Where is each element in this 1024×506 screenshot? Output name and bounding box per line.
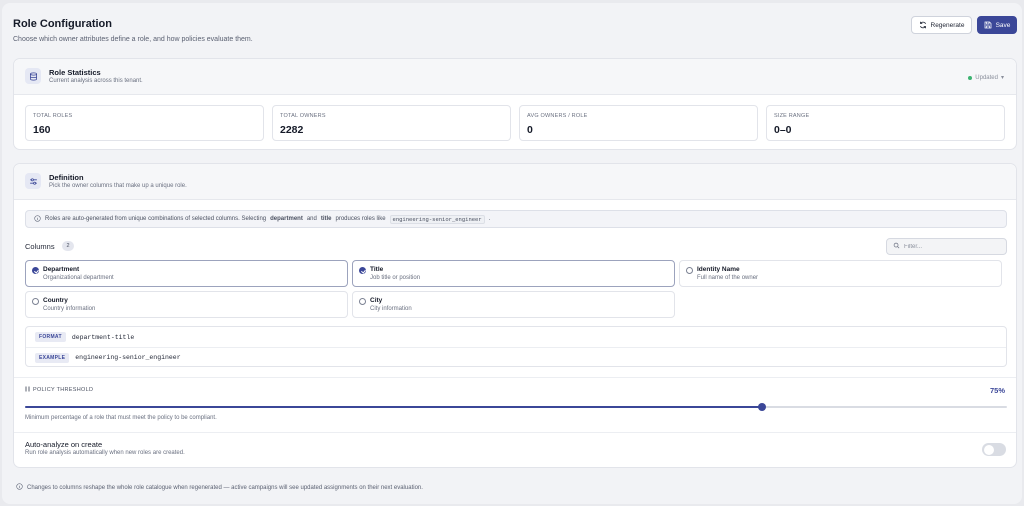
example-value: engineering-senior_engineer <box>75 354 181 361</box>
filter-input-wrapper[interactable] <box>886 238 1007 255</box>
page-title: Role Configuration <box>13 18 112 30</box>
stat-value: 0 <box>527 124 533 136</box>
auto-analyze-title: Auto-analyze on create <box>25 440 103 449</box>
save-icon <box>984 21 992 29</box>
stat-total-roles: TOTAL ROLES 160 <box>25 105 264 141</box>
regenerate-label: Regenerate <box>930 21 965 29</box>
card-header: Definition Pick the owner columns that m… <box>14 164 1016 200</box>
option-desc: Full name of the owner <box>697 275 759 281</box>
stat-label: TOTAL OWNERS <box>280 113 326 119</box>
divider <box>14 377 1016 378</box>
stat-avg-owners: AVG OWNERS / ROLE 0 <box>519 105 758 141</box>
unchecked-radio-icon[interactable] <box>359 298 366 305</box>
status-badge: Updated ▾ <box>968 74 1004 81</box>
refresh-icon <box>919 21 927 29</box>
footer-text: Changes to columns reshape the whole rol… <box>27 484 423 491</box>
toggle-knob <box>983 444 994 455</box>
auto-analyze-toggle[interactable] <box>982 443 1006 456</box>
info-bold-title: title <box>320 216 332 222</box>
format-value: department-title <box>71 333 135 341</box>
stat-size-range: SIZE RANGE 0–0 <box>766 105 1005 141</box>
column-option-title[interactable]: Title Job title or position <box>352 260 675 287</box>
role-statistics-card: Role Statistics Current analysis across … <box>13 58 1017 150</box>
auto-analyze-subtitle: Run role analysis automatically when new… <box>25 450 185 456</box>
pause-icon <box>25 386 30 394</box>
sliders-icon <box>25 173 41 189</box>
unchecked-radio-icon[interactable] <box>32 298 39 305</box>
column-option-department[interactable]: Department Organizational department <box>25 260 348 287</box>
status-text: Updated <box>975 74 998 81</box>
info-code: engineering-senior_engineer <box>389 214 485 224</box>
stat-value: 2282 <box>280 124 304 136</box>
format-preview: FORMAT department-title EXAMPLE engineer… <box>25 326 1007 367</box>
option-title: Department <box>43 266 80 273</box>
unchecked-radio-icon[interactable] <box>686 267 693 274</box>
columns-label: Columns <box>25 242 55 251</box>
column-option-country[interactable]: Country Country information <box>25 291 348 318</box>
save-label: Save <box>995 21 1011 29</box>
info-suffix: . <box>488 216 491 222</box>
option-desc: Country information <box>43 306 96 312</box>
definition-card: Definition Pick the owner columns that m… <box>13 163 1017 468</box>
stat-value: 160 <box>33 124 51 136</box>
card-header: Role Statistics Current analysis across … <box>14 59 1016 95</box>
database-icon <box>25 68 41 84</box>
info-banner: Roles are auto-generated from unique com… <box>25 210 1007 228</box>
card-subtitle: Pick the owner columns that make up a un… <box>49 183 187 189</box>
stat-total-owners: TOTAL OWNERS 2282 <box>272 105 511 141</box>
column-option-city[interactable]: City City information <box>352 291 675 318</box>
checked-radio-icon[interactable] <box>32 267 39 274</box>
slider-fill <box>25 406 762 408</box>
option-desc: Organizational department <box>43 275 114 281</box>
status-dot-icon <box>968 75 973 80</box>
card-title: Role Statistics <box>49 68 101 77</box>
card-title: Definition <box>49 173 84 182</box>
option-title: Country <box>43 297 68 304</box>
stat-label: TOTAL ROLES <box>33 113 73 119</box>
checked-radio-icon[interactable] <box>359 267 366 274</box>
threshold-help: Minimum percentage of a role that must m… <box>25 415 217 421</box>
search-icon <box>893 242 900 251</box>
chevron-down-icon[interactable]: ▾ <box>1001 74 1004 81</box>
slider-thumb[interactable] <box>757 403 766 411</box>
option-title: City <box>370 297 383 304</box>
columns-count-badge: 2 <box>62 241 74 251</box>
footer-note: Changes to columns reshape the whole rol… <box>16 483 423 492</box>
example-row: EXAMPLE engineering-senior_engineer <box>26 347 1006 367</box>
info-icon <box>16 483 23 492</box>
stat-label: AVG OWNERS / ROLE <box>527 113 588 119</box>
example-tag: EXAMPLE <box>35 352 70 363</box>
save-button[interactable]: Save <box>977 16 1017 34</box>
option-desc: Job title or position <box>370 275 421 281</box>
stat-label: SIZE RANGE <box>774 113 810 119</box>
info-bold-department: department <box>270 216 303 222</box>
info-and: and <box>306 216 317 222</box>
threshold-slider[interactable] <box>25 403 1007 411</box>
info-middle: produces roles like <box>335 216 386 222</box>
info-icon <box>34 214 41 224</box>
divider <box>14 432 1016 433</box>
filter-input[interactable] <box>904 243 999 250</box>
card-subtitle: Current analysis across this tenant. <box>49 78 143 84</box>
option-title: Title <box>370 266 384 273</box>
option-title: Identity Name <box>697 266 740 273</box>
threshold-value: 75% <box>989 386 1005 395</box>
format-row: FORMAT department-title <box>26 327 1006 347</box>
page-subtitle: Choose which owner attributes define a r… <box>13 36 253 43</box>
info-text: Roles are auto-generated from unique com… <box>45 216 267 222</box>
format-tag: FORMAT <box>35 332 66 342</box>
page: Role Configuration Choose which owner at… <box>2 3 1022 504</box>
option-desc: City information <box>370 306 412 312</box>
column-option-identity-name[interactable]: Identity Name Full name of the owner <box>679 260 1002 287</box>
threshold-label: POLICY THRESHOLD <box>25 386 93 394</box>
regenerate-button[interactable]: Regenerate <box>911 16 972 34</box>
threshold-label-text: POLICY THRESHOLD <box>33 387 94 393</box>
stat-value: 0–0 <box>774 124 792 136</box>
